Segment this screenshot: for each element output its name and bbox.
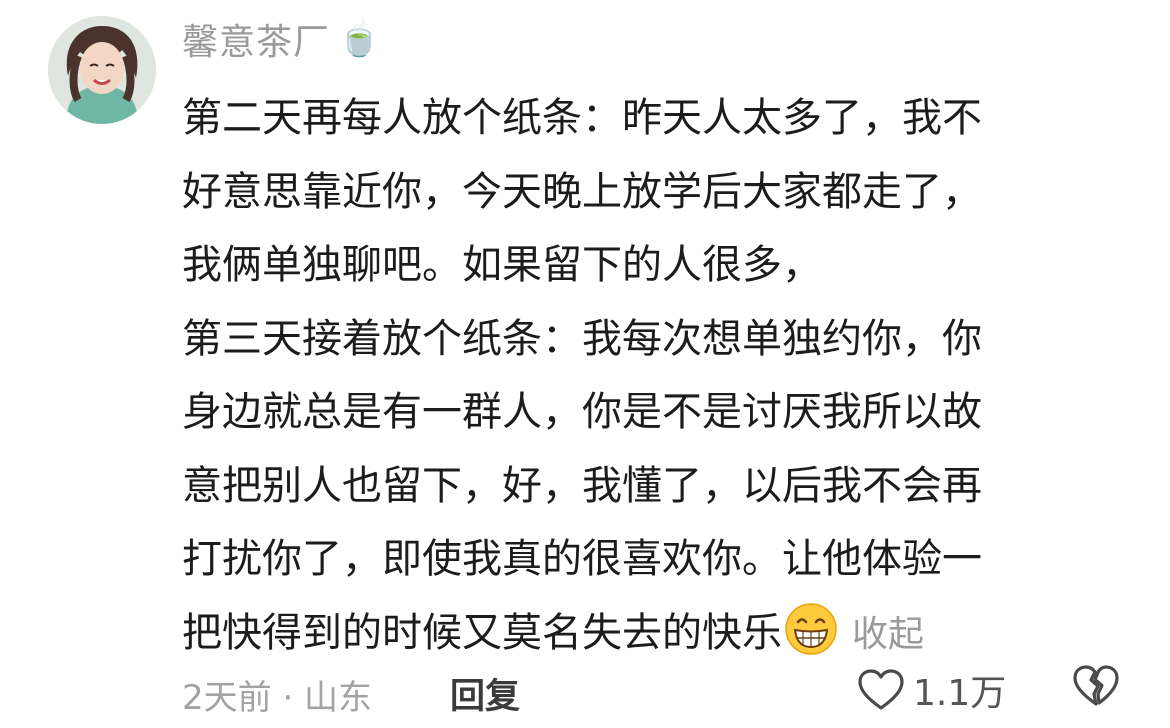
comment-line: 意把别人也留下，好，我懂了，以后我不会再 [182, 462, 982, 509]
avatar[interactable] [48, 16, 156, 124]
comment-text: 第二天再每人放个纸条：昨天人太多了，我不 好意思靠近你，今天晚上放学后大家都走了… [182, 82, 1097, 671]
grinning-face-icon [785, 602, 837, 655]
username[interactable]: 馨意茶厂 [182, 13, 330, 65]
collapse-button[interactable]: 收起 [852, 614, 924, 655]
comment-line: 把快得到的时候又莫名失去的快乐 [182, 609, 782, 656]
like-count: 1.1万 [913, 673, 1007, 714]
broken-heart-outline-icon [1073, 665, 1119, 706]
avatar-image [48, 16, 156, 124]
comment-item: 馨意茶厂 🍵 第二天再每人放个纸条：昨天人太多了，我不 好意思靠近你，今天晚上放… [0, 0, 1170, 728]
comment-line: 第三天接着放个纸条：我每次想单独约你，你 [182, 315, 982, 362]
comment-line: 好意思靠近你，今天晚上放学后大家都走了， [182, 168, 982, 215]
comment-last-line: 把快得到的时候又莫名失去的快乐 收起 [182, 597, 1097, 672]
username-row: 馨意茶厂 🍵 [182, 14, 380, 64]
dislike-button[interactable] [1072, 664, 1120, 712]
comment-line: 打扰你了，即使我真的很喜欢你。让他体验一 [182, 536, 982, 582]
comment-meta-row: 2天前 · 山东 回复 1.1万 [182, 662, 1132, 722]
like-button[interactable]: 1.1万 [857, 664, 1006, 716]
heart-outline-icon [858, 669, 904, 710]
tea-cup-icon: 🍵 [338, 19, 381, 59]
time-location: 2天前 · 山东 [182, 678, 373, 718]
comment-line: 身边就总是有一群人，你是不是讨厌我所以故 [182, 389, 982, 435]
reply-button[interactable]: 回复 [450, 668, 520, 719]
comment-line: 第二天再每人放个纸条：昨天人太多了，我不 [182, 95, 982, 141]
comment-line: 我俩单独聊吧。如果留下的人很多， [182, 242, 822, 288]
